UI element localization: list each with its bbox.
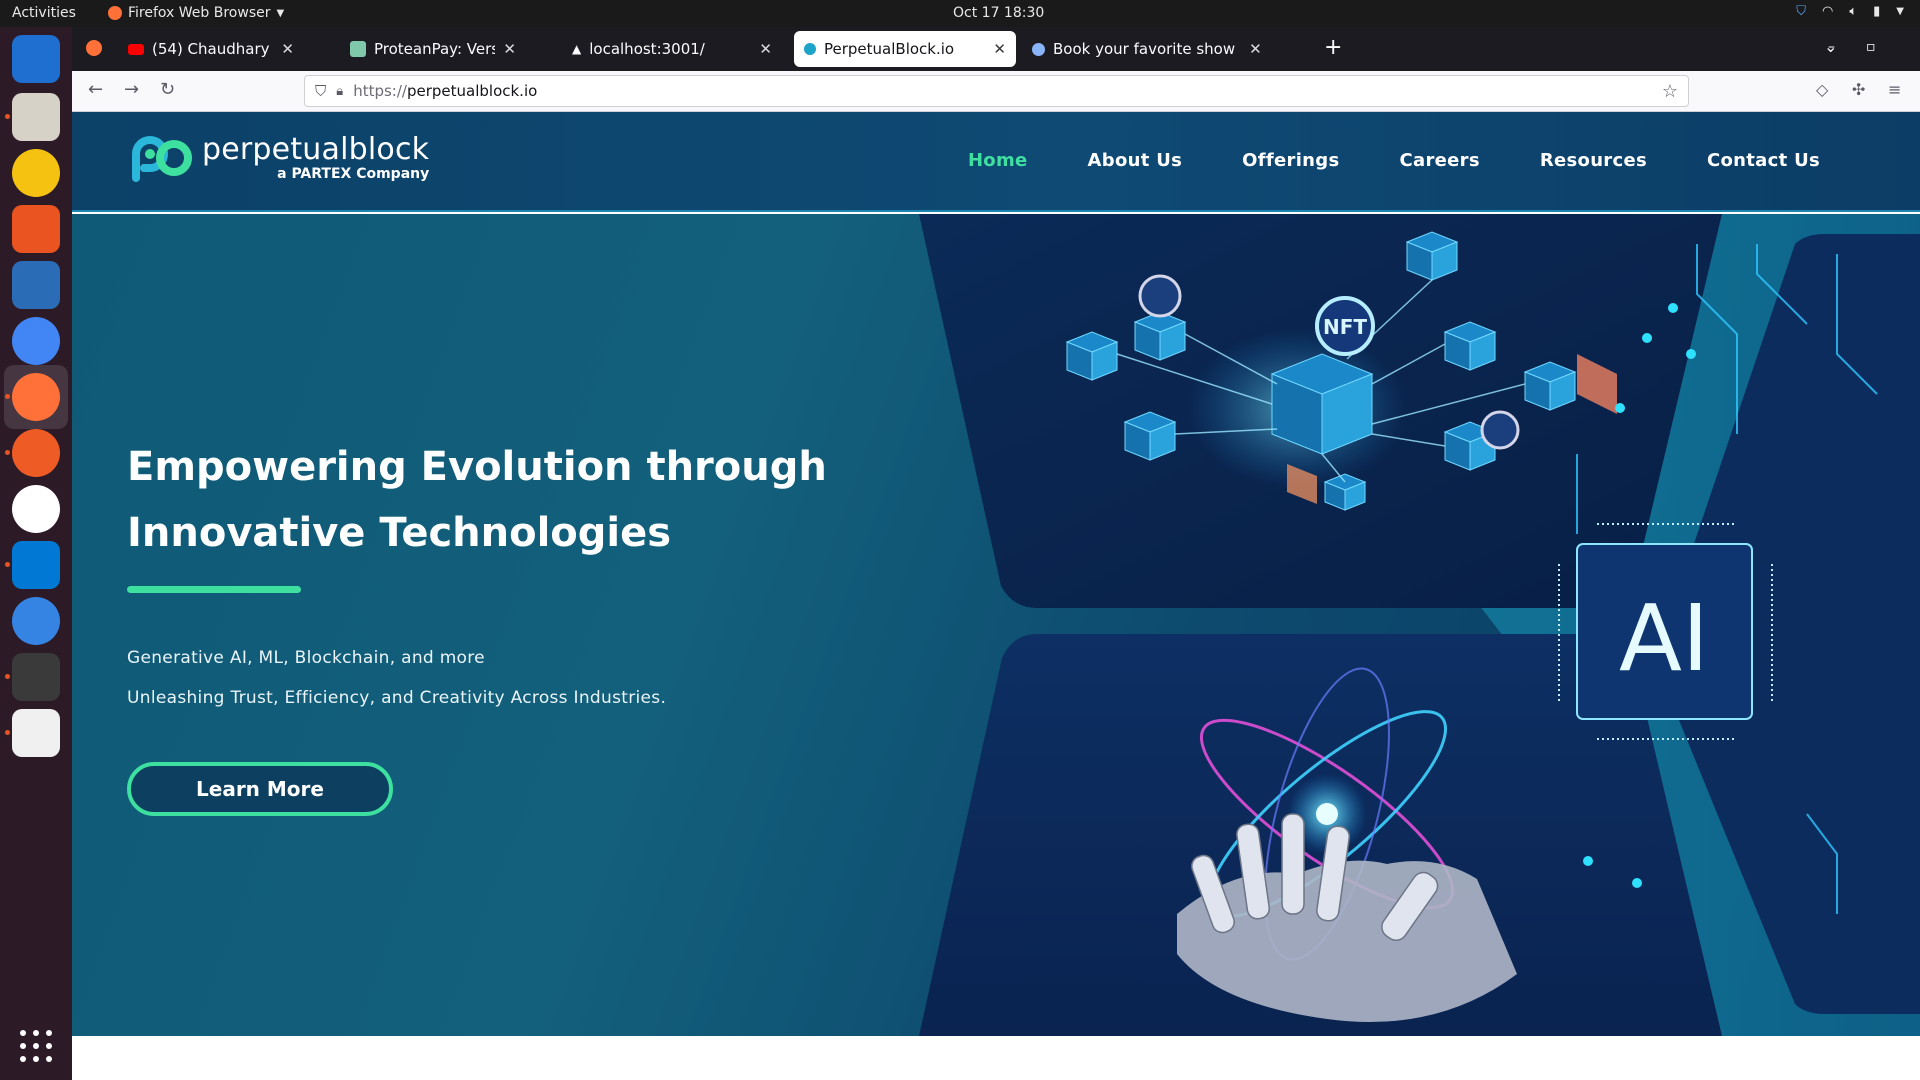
restore-button[interactable]: ▫ xyxy=(1866,39,1876,55)
close-icon[interactable]: ✕ xyxy=(759,40,772,58)
dock xyxy=(0,27,72,1080)
new-tab-button[interactable]: + xyxy=(1324,37,1342,59)
tab-title: PerpetualBlock.io xyxy=(824,40,955,58)
running-indicator xyxy=(5,562,10,567)
activities-button[interactable]: Activities xyxy=(12,5,76,21)
firefox-icon xyxy=(108,6,122,20)
hero-section: Empowering Evolution through Innovative … xyxy=(72,214,1920,1036)
running-indicator xyxy=(5,674,10,679)
shield-icon: ⛉ xyxy=(1796,4,1806,19)
hero-illustration: NFT AI xyxy=(919,214,1920,1036)
forward-button[interactable]: → xyxy=(124,79,139,100)
lock-icon[interactable]: 🔒︎ xyxy=(336,84,343,99)
tab-proteanpay[interactable]: ProteanPay: Versatile Payments ✕ xyxy=(340,31,526,67)
site-header: perpetualblock a PARTEX Company Home Abo… xyxy=(72,112,1920,212)
tab-perpetualblock[interactable]: PerpetualBlock.io ✕ xyxy=(794,31,1016,67)
tab-title: (54) Chaudhary - Amit Trivedi xyxy=(152,40,273,58)
page-viewport: perpetualblock a PARTEX Company Home Abo… xyxy=(72,112,1920,1080)
show-applications-icon[interactable] xyxy=(20,1030,52,1062)
wifi-icon: ◠ xyxy=(1821,4,1834,19)
running-indicator xyxy=(5,450,10,455)
logo-subtitle: a PARTEX Company xyxy=(277,166,430,182)
app-menu[interactable]: Firefox Web Browser ▼ xyxy=(108,5,284,21)
logo-name: perpetualblock xyxy=(202,132,430,167)
tab-strip: (54) Chaudhary - Amit Trivedi ✕ ProteanP… xyxy=(72,27,1920,71)
youtube-icon xyxy=(128,43,144,55)
close-icon[interactable]: ✕ xyxy=(281,40,294,58)
running-indicator xyxy=(5,394,10,399)
tab-youtube[interactable]: (54) Chaudhary - Amit Trivedi ✕ xyxy=(118,31,304,67)
pocket-icon[interactable]: ◇ xyxy=(1816,80,1828,99)
dock-help-icon[interactable] xyxy=(12,597,60,645)
dock-document-viewer-icon[interactable] xyxy=(12,709,60,757)
tab-title: ProteanPay: Versatile Payments xyxy=(374,40,496,58)
hero-title: Empowering Evolution through Innovative … xyxy=(127,444,827,556)
close-icon[interactable]: ✕ xyxy=(1249,40,1262,58)
nav-home[interactable]: Home xyxy=(968,150,1028,171)
perpetualblock-icon xyxy=(804,43,816,55)
ai-chip-label: AI xyxy=(1619,585,1709,692)
system-tray[interactable]: ⛉ ◠ 🔈︎ ▮ ▼ xyxy=(1796,4,1904,19)
back-button[interactable]: ← xyxy=(88,79,103,100)
learn-more-button[interactable]: Learn More xyxy=(127,762,393,816)
proteanpay-icon xyxy=(350,41,366,57)
bookmark-star-icon[interactable]: ☆ xyxy=(1662,81,1678,102)
dock-google-chrome-icon[interactable] xyxy=(12,317,60,365)
nav-offerings[interactable]: Offerings xyxy=(1242,150,1339,171)
close-icon[interactable]: ✕ xyxy=(993,40,1006,58)
dock-visual-studio-code-icon[interactable] xyxy=(12,541,60,589)
url-text[interactable]: https://perpetualblock.io xyxy=(353,82,537,100)
minimize-button[interactable]: – xyxy=(1828,39,1835,55)
nav-contact-us[interactable]: Contact Us xyxy=(1707,150,1820,171)
extensions-icon[interactable]: ✣ xyxy=(1852,80,1865,99)
dock-firefox-icon[interactable] xyxy=(12,373,60,421)
firefox-view-icon[interactable] xyxy=(86,40,102,56)
dock-mongodb-compass-icon[interactable] xyxy=(12,485,60,533)
nav-about-us[interactable]: About Us xyxy=(1088,150,1183,171)
hamburger-menu-icon[interactable]: ≡ xyxy=(1888,80,1901,99)
system-top-bar: Activities Firefox Web Browser ▼ Oct 17 … xyxy=(0,0,1920,27)
reload-button[interactable]: ↻ xyxy=(160,79,175,100)
tab-book-show[interactable]: Book your favorite show ✕ xyxy=(1022,31,1308,67)
hero-tagline: Generative AI, ML, Blockchain, and more xyxy=(127,648,485,668)
battery-icon: ▮ xyxy=(1873,4,1881,19)
chevron-down-icon: ▼ xyxy=(276,7,285,19)
clock[interactable]: Oct 17 18:30 xyxy=(953,5,1044,21)
close-icon[interactable]: ✕ xyxy=(503,40,516,58)
dock-ubuntu-software-icon[interactable] xyxy=(12,205,60,253)
app-menu-label: Firefox Web Browser xyxy=(128,5,271,21)
navigation-toolbar: ← → ↻ ⛉ 🔒︎ https://perpetualblock.io ☆ ◇… xyxy=(72,71,1920,112)
nav-resources[interactable]: Resources xyxy=(1540,150,1647,171)
react-icon xyxy=(1032,42,1045,56)
chevron-down-icon: ▼ xyxy=(1896,6,1904,17)
volume-icon: 🔈︎ xyxy=(1849,4,1858,19)
logo-text: perpetualblock a PARTEX Company xyxy=(202,132,429,182)
dock-rhythmbox-icon[interactable] xyxy=(12,149,60,197)
site-logo[interactable]: perpetualblock a PARTEX Company xyxy=(126,132,429,184)
dock-postman-icon[interactable] xyxy=(12,429,60,477)
nav-careers[interactable]: Careers xyxy=(1400,150,1480,171)
dock-thunderbird-icon[interactable] xyxy=(12,35,60,83)
hero-accent-bar xyxy=(127,586,301,593)
dock-terminal-icon[interactable] xyxy=(12,653,60,701)
tab-localhost[interactable]: ▲ localhost:3001/ ✕ xyxy=(562,31,782,67)
running-indicator xyxy=(5,730,10,735)
dock-files-icon[interactable] xyxy=(12,93,60,141)
hero-description: Unleashing Trust, Efficiency, and Creati… xyxy=(127,688,667,708)
url-bar[interactable]: ⛉ 🔒︎ https://perpetualblock.io ☆ xyxy=(304,75,1689,107)
triangle-icon: ▲ xyxy=(572,42,582,56)
logo-mark-icon xyxy=(132,136,192,182)
tab-title: Book your favorite show xyxy=(1053,40,1236,58)
page-below-fold xyxy=(72,1036,1920,1080)
main-nav: Home About Us Offerings Careers Resource… xyxy=(968,150,1820,171)
tracking-shield-icon[interactable]: ⛉ xyxy=(315,82,326,100)
running-indicator xyxy=(5,114,10,119)
tab-title: localhost:3001/ xyxy=(589,40,705,58)
nft-label: NFT xyxy=(1323,315,1367,339)
dock-libreoffice-writer-icon[interactable] xyxy=(12,261,60,309)
